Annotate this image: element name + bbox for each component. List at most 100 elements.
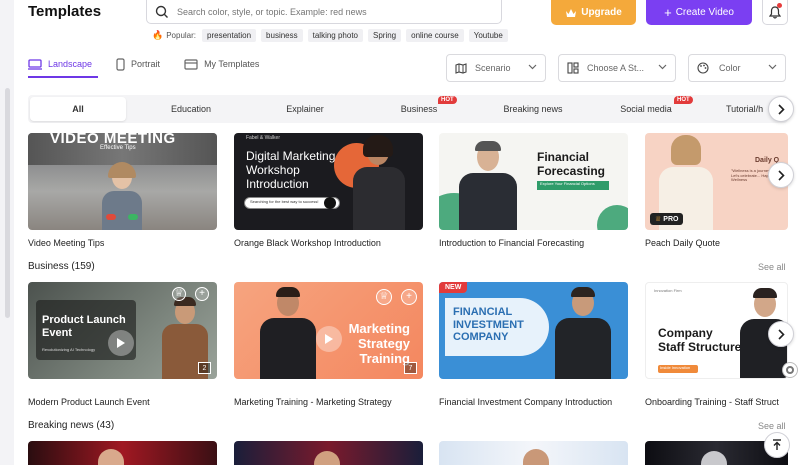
popular-label: Popular: [166,31,197,40]
presenter-image [451,141,525,230]
template-card[interactable]: Product Launch Event Revolutionizing AI … [28,282,217,379]
chevron-right-icon [777,328,785,340]
back-to-top-button[interactable] [764,432,790,458]
card-title[interactable]: Marketing Training - Marketing Strategy [234,397,392,407]
upgrade-label: Upgrade [581,7,622,18]
search-icon [155,5,168,18]
notification-button[interactable] [762,0,788,25]
crown-icon: ♕ [655,216,662,223]
card-title[interactable]: Modern Product Launch Event [28,397,150,407]
thumb-subtitle: Inside Innovation [660,365,691,370]
play-button[interactable] [108,330,134,356]
card-title[interactable]: Peach Daily Quote [645,238,720,248]
pro-badge: ♕ PRO [650,213,684,225]
card-title[interactable]: Orange Black Workshop Introduction [234,238,381,248]
card-title[interactable]: Financial Investment Company Introductio… [439,397,612,407]
see-all-link[interactable]: See all [758,262,786,272]
category-education[interactable]: Education [146,95,236,123]
play-icon [325,334,333,344]
chevron-right-icon [777,169,785,181]
map-icon [455,62,467,74]
popular-tags: 🔥 Popular: presentation business talking… [152,29,513,42]
scenario-dropdown[interactable]: Scenario [446,54,546,82]
phone-icon [116,57,125,71]
thumb-brand: Fabel & Walker [246,135,280,141]
plus-icon: + [664,5,672,20]
row-next-button[interactable] [768,162,794,188]
popular-tag[interactable]: Spring [368,29,402,42]
card-title[interactable]: Video Meeting Tips [28,238,104,248]
add-icon[interactable]: + [401,289,417,305]
monitor-icon [28,58,42,70]
arrow-up-icon [773,439,781,450]
thumb-subtitle: Searching for the best way to success! [250,199,319,204]
category-breaking-news[interactable]: Breaking news [488,95,578,123]
popular-tag[interactable]: online course [406,29,464,42]
thumb-title: Financial Forecasting [537,150,606,178]
section-title: Business (159) [28,261,95,272]
chevron-down-icon [658,64,667,70]
style-dropdown[interactable]: Choose A St... [558,54,676,82]
play-button[interactable] [316,326,342,352]
side-panel-toggle[interactable] [782,362,798,378]
template-card[interactable]: FINANCIAL INVESTMENT COMPANY NEW [439,282,628,379]
circle-icon [786,366,794,374]
template-card[interactable]: Financial Forecasting Explore Your Finan… [439,133,628,230]
style-label: Choose A St... [587,63,645,73]
popular-tag[interactable]: presentation [202,29,257,42]
category-all[interactable]: All [30,97,126,121]
category-explainer[interactable]: Explainer [260,95,350,123]
category-next-button[interactable] [768,96,794,122]
row-next-button[interactable] [768,321,794,347]
hot-badge: HOT [674,96,693,104]
popular-tag[interactable]: talking photo [307,29,363,42]
search-box[interactable] [146,0,502,24]
template-card[interactable] [439,441,628,465]
template-card[interactable]: Daily Q "Wellness is a journey... Let's … [645,133,788,230]
template-card[interactable] [28,441,217,465]
thumb-title: Company Staff Structure [658,326,742,354]
tab-landscape[interactable]: Landscape [28,56,92,72]
create-video-button[interactable]: + Create Video [646,0,752,25]
presenter-image [551,287,615,379]
tab-my-templates[interactable]: My Templates [184,56,259,72]
layout-icon [567,62,579,74]
fire-icon: 🔥 [152,30,164,40]
create-video-label: Create Video [675,7,734,18]
color-dropdown[interactable]: Color [688,54,786,82]
presenter-image [349,135,409,230]
play-icon [117,338,125,348]
template-card[interactable]: Fabel & Walker Digital Marketing Worksho… [234,133,423,230]
scene-count-badge: 7 [404,362,417,374]
crown-icon: ♕ [376,289,392,305]
add-icon[interactable]: + [195,287,209,301]
thumb-subtitle: Explore Your Financial Options [540,181,595,186]
color-label: Color [719,63,741,73]
template-card[interactable]: Innovation Firm Company Staff Structure … [645,282,788,379]
popular-tag[interactable]: business [261,29,303,42]
left-scrollbar[interactable] [5,88,10,318]
presenter-image [256,287,320,379]
card-title[interactable]: Onboarding Training - Staff Struct [645,397,779,407]
chevron-down-icon [768,64,777,70]
tab-portrait[interactable]: Portrait [116,56,160,72]
template-card[interactable]: VIDEO MEETING Effective Tips [28,133,217,230]
card-title[interactable]: Introduction to Financial Forecasting [439,238,584,248]
search-input[interactable] [177,6,477,17]
see-all-link[interactable]: See all [758,421,786,431]
chevron-down-icon [528,64,537,70]
template-card[interactable] [234,441,423,465]
upgrade-button[interactable]: Upgrade [551,0,636,25]
crown-icon: ♕ [172,287,186,301]
scene-count-badge: 2 [198,362,211,374]
tab-my-templates-label: My Templates [204,59,260,69]
orientation-tabs: Landscape Portrait My Templates [28,56,283,72]
crown-icon [566,8,577,17]
thumb-brand: Innovation Firm [654,288,682,293]
template-card[interactable]: Marketing Strategy Training ♕ + 7 [234,282,423,379]
hot-badge: HOT [438,96,457,104]
notification-dot [777,3,782,8]
popular-tag[interactable]: Youtube [468,29,508,42]
active-tab-indicator [28,76,98,78]
palette-icon [697,62,709,74]
